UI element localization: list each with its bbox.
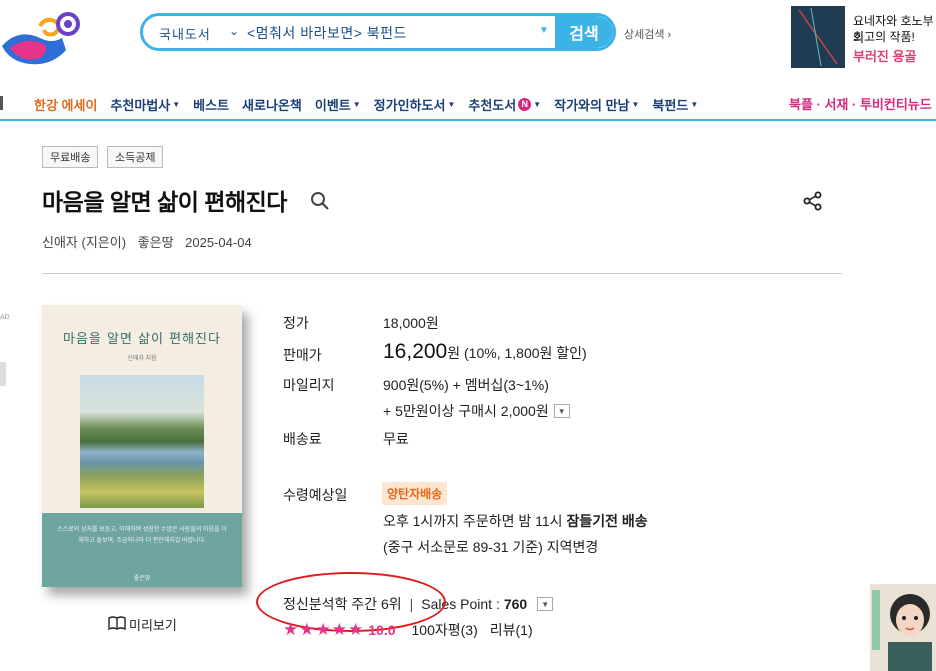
nav-label: 정가인하도서 <box>373 97 446 113</box>
side-edge-box <box>0 362 6 386</box>
triangle-down-icon[interactable]: ▼ <box>539 25 549 36</box>
search-box: 국내도서 ⌄ <멈춰서 바라보면> 북펀드 ▼ 검색 <box>140 13 616 51</box>
nav-label: 작가와의 만남 <box>554 97 630 113</box>
tag-tax-deduction: 소득공제 <box>107 146 164 168</box>
nav-item-bookfund[interactable]: 북펀드 ▼ <box>652 94 698 114</box>
preview-button[interactable]: 미리보기 <box>108 615 177 634</box>
sale-price-unit: 원 <box>447 345 461 361</box>
author-link[interactable]: 신애자 (지은이) <box>42 235 126 250</box>
magnifier-icon[interactable] <box>310 191 330 216</box>
sales-point-value: 760 <box>503 596 528 612</box>
star-icon: ★ <box>283 620 299 639</box>
sales-point-expand-icon[interactable]: ▼ <box>537 597 554 611</box>
search-button[interactable]: 검색 <box>555 16 613 48</box>
cover-painting <box>80 375 204 508</box>
sale-price-label: 판매가 <box>283 347 322 363</box>
carpet-delivery-badge[interactable]: 양탄자배송 <box>382 482 448 505</box>
nav-item-recommended[interactable]: 추천도서 N ▼ <box>468 94 541 114</box>
ad-line-3[interactable]: 부러진 용골 <box>853 46 916 65</box>
share-icon[interactable] <box>803 191 823 216</box>
star-icon: ★ <box>331 620 347 639</box>
delivery-date-label: 수령예상일 <box>283 487 348 503</box>
list-price-value: 18,000원 <box>383 315 439 331</box>
publisher-link[interactable]: 좋은땅 <box>138 235 174 250</box>
star-icon: ★ <box>348 620 364 639</box>
nav-item-best[interactable]: 베스트 <box>193 94 229 114</box>
short-review-link[interactable]: 100자평(3) <box>412 620 478 640</box>
cover-blurb: 스스로의 상처를 보듬고, 이해하며 성장한 수많은 사람들의 마음을 이해하고… <box>57 527 227 544</box>
nav-edge-divider <box>0 96 3 110</box>
rating-score: 10.0 <box>368 622 396 638</box>
book-meta: 신애자 (지은이) 좋은땅 2025-04-04 <box>42 232 260 251</box>
nav-label: 추천도서 <box>468 97 517 113</box>
nav-item-events[interactable]: 이벤트 ▼ <box>315 94 361 114</box>
caret-down-icon: ▼ <box>690 99 699 109</box>
nav-item-han-kang-essay[interactable]: 한강 에세이 <box>34 94 97 114</box>
genie-lamp-logo-icon[interactable] <box>0 6 90 68</box>
nav-item-recommend-wizard[interactable]: 추천마법사 ▼ <box>110 94 180 114</box>
caret-down-icon: ▼ <box>172 99 181 109</box>
caret-down-icon: ▼ <box>533 99 542 109</box>
divider <box>42 273 842 274</box>
mileage-extra: + 5만원이상 구매시 2,000원 ▼ <box>383 401 570 421</box>
shipping-fee-label: 배송료 <box>283 431 322 447</box>
nav-label: 한강 에세이 <box>34 97 98 113</box>
list-price-label: 정가 <box>283 315 309 331</box>
star-icon: ★ <box>315 620 331 639</box>
open-book-icon <box>108 616 126 633</box>
nav-label: 이벤트 <box>314 97 351 113</box>
caret-down-icon: ▼ <box>352 99 361 109</box>
mileage-extra-text: + 5만원이상 구매시 2,000원 <box>383 403 549 419</box>
main-nav: 한강 에세이 추천마법사 ▼ 베스트 새로나온책 이벤트 ▼ 정가인하도서 ▼ 추천도… <box>34 94 711 114</box>
nav-item-new-books[interactable]: 새로나온책 <box>242 94 302 114</box>
nav-right-links[interactable]: 북플 · 서재 · 투비컨티뉴드 <box>789 94 932 113</box>
side-character-ad[interactable] <box>870 584 936 671</box>
review-link[interactable]: 리뷰(1) <box>490 620 533 640</box>
nav-underline <box>0 119 936 121</box>
page-title: 마음을 알면 삶이 편해진다 <box>42 189 287 215</box>
delivery-estimate-bold: 잠들기전 배송 <box>566 513 648 529</box>
nav-label: 추천마법사 <box>110 97 171 113</box>
ad-line-2[interactable]: 최고의 작품! <box>853 28 915 45</box>
publish-date: 2025-04-04 <box>185 235 252 250</box>
chevron-down-icon[interactable]: ⌄ <box>229 24 239 38</box>
mileage-expand-icon[interactable]: ▼ <box>553 404 570 418</box>
caret-down-icon: ▼ <box>631 99 640 109</box>
nav-label: 새로나온책 <box>242 97 302 113</box>
rating-row: ★ ★ ★ ★ ★ 10.0 100자평(3) 리뷰(1) <box>283 620 533 640</box>
mileage-value: 900원(5%) + 멤버십(3~1%) <box>383 377 549 393</box>
delivery-region[interactable]: (중구 서소문로 89-31 기준) 지역변경 <box>383 537 598 557</box>
sale-price-value: 16,200 <box>383 340 448 363</box>
ad-book-thumbnail[interactable] <box>791 6 845 68</box>
mileage-label: 마일리지 <box>283 377 335 393</box>
book-cover-image[interactable]: 마음을 알면 삶이 편해진다 신애자 지음 스스로의 상처를 보듬고, 이해하며… <box>42 305 242 587</box>
nav-item-price-cut[interactable]: 정가인하도서 ▼ <box>374 94 456 114</box>
cover-band: 스스로의 상처를 보듬고, 이해하며 성장한 수많은 사람들의 마음을 이해하고… <box>42 513 242 587</box>
sale-discount-note: (10%, 1,800원 할인) <box>464 345 587 361</box>
caret-down-icon: ▼ <box>447 99 456 109</box>
nav-label: 북펀드 <box>652 97 689 113</box>
search-category-select[interactable]: 국내도서 <box>159 24 211 43</box>
new-badge: N <box>518 97 532 111</box>
star-icon: ★ <box>299 620 315 639</box>
shipping-fee-value: 무료 <box>383 431 409 447</box>
cover-author: 신애자 지음 <box>127 356 157 362</box>
side-edge-label: AD <box>0 314 10 321</box>
delivery-estimate-text: 오후 1시까지 주문하면 밤 11시 <box>383 513 567 529</box>
nav-item-author-meeting[interactable]: 작가와의 만남 ▼ <box>554 94 639 114</box>
cover-publisher: 좋은땅 <box>133 576 151 582</box>
advanced-search-link[interactable]: 상세검색 › <box>624 26 671 42</box>
search-input[interactable]: <멈춰서 바라보면> 북펀드 <box>247 23 407 43</box>
sale-price: 16,200원 (10%, 1,800원 할인) <box>383 340 587 364</box>
delivery-estimate: 오후 1시까지 주문하면 밤 11시 잠들기전 배송 <box>383 511 648 531</box>
preview-label: 미리보기 <box>129 618 177 633</box>
tag-free-shipping: 무료배송 <box>42 146 99 168</box>
nav-label: 베스트 <box>193 97 230 113</box>
cover-title: 마음을 알면 삶이 편해진다 <box>63 332 221 347</box>
